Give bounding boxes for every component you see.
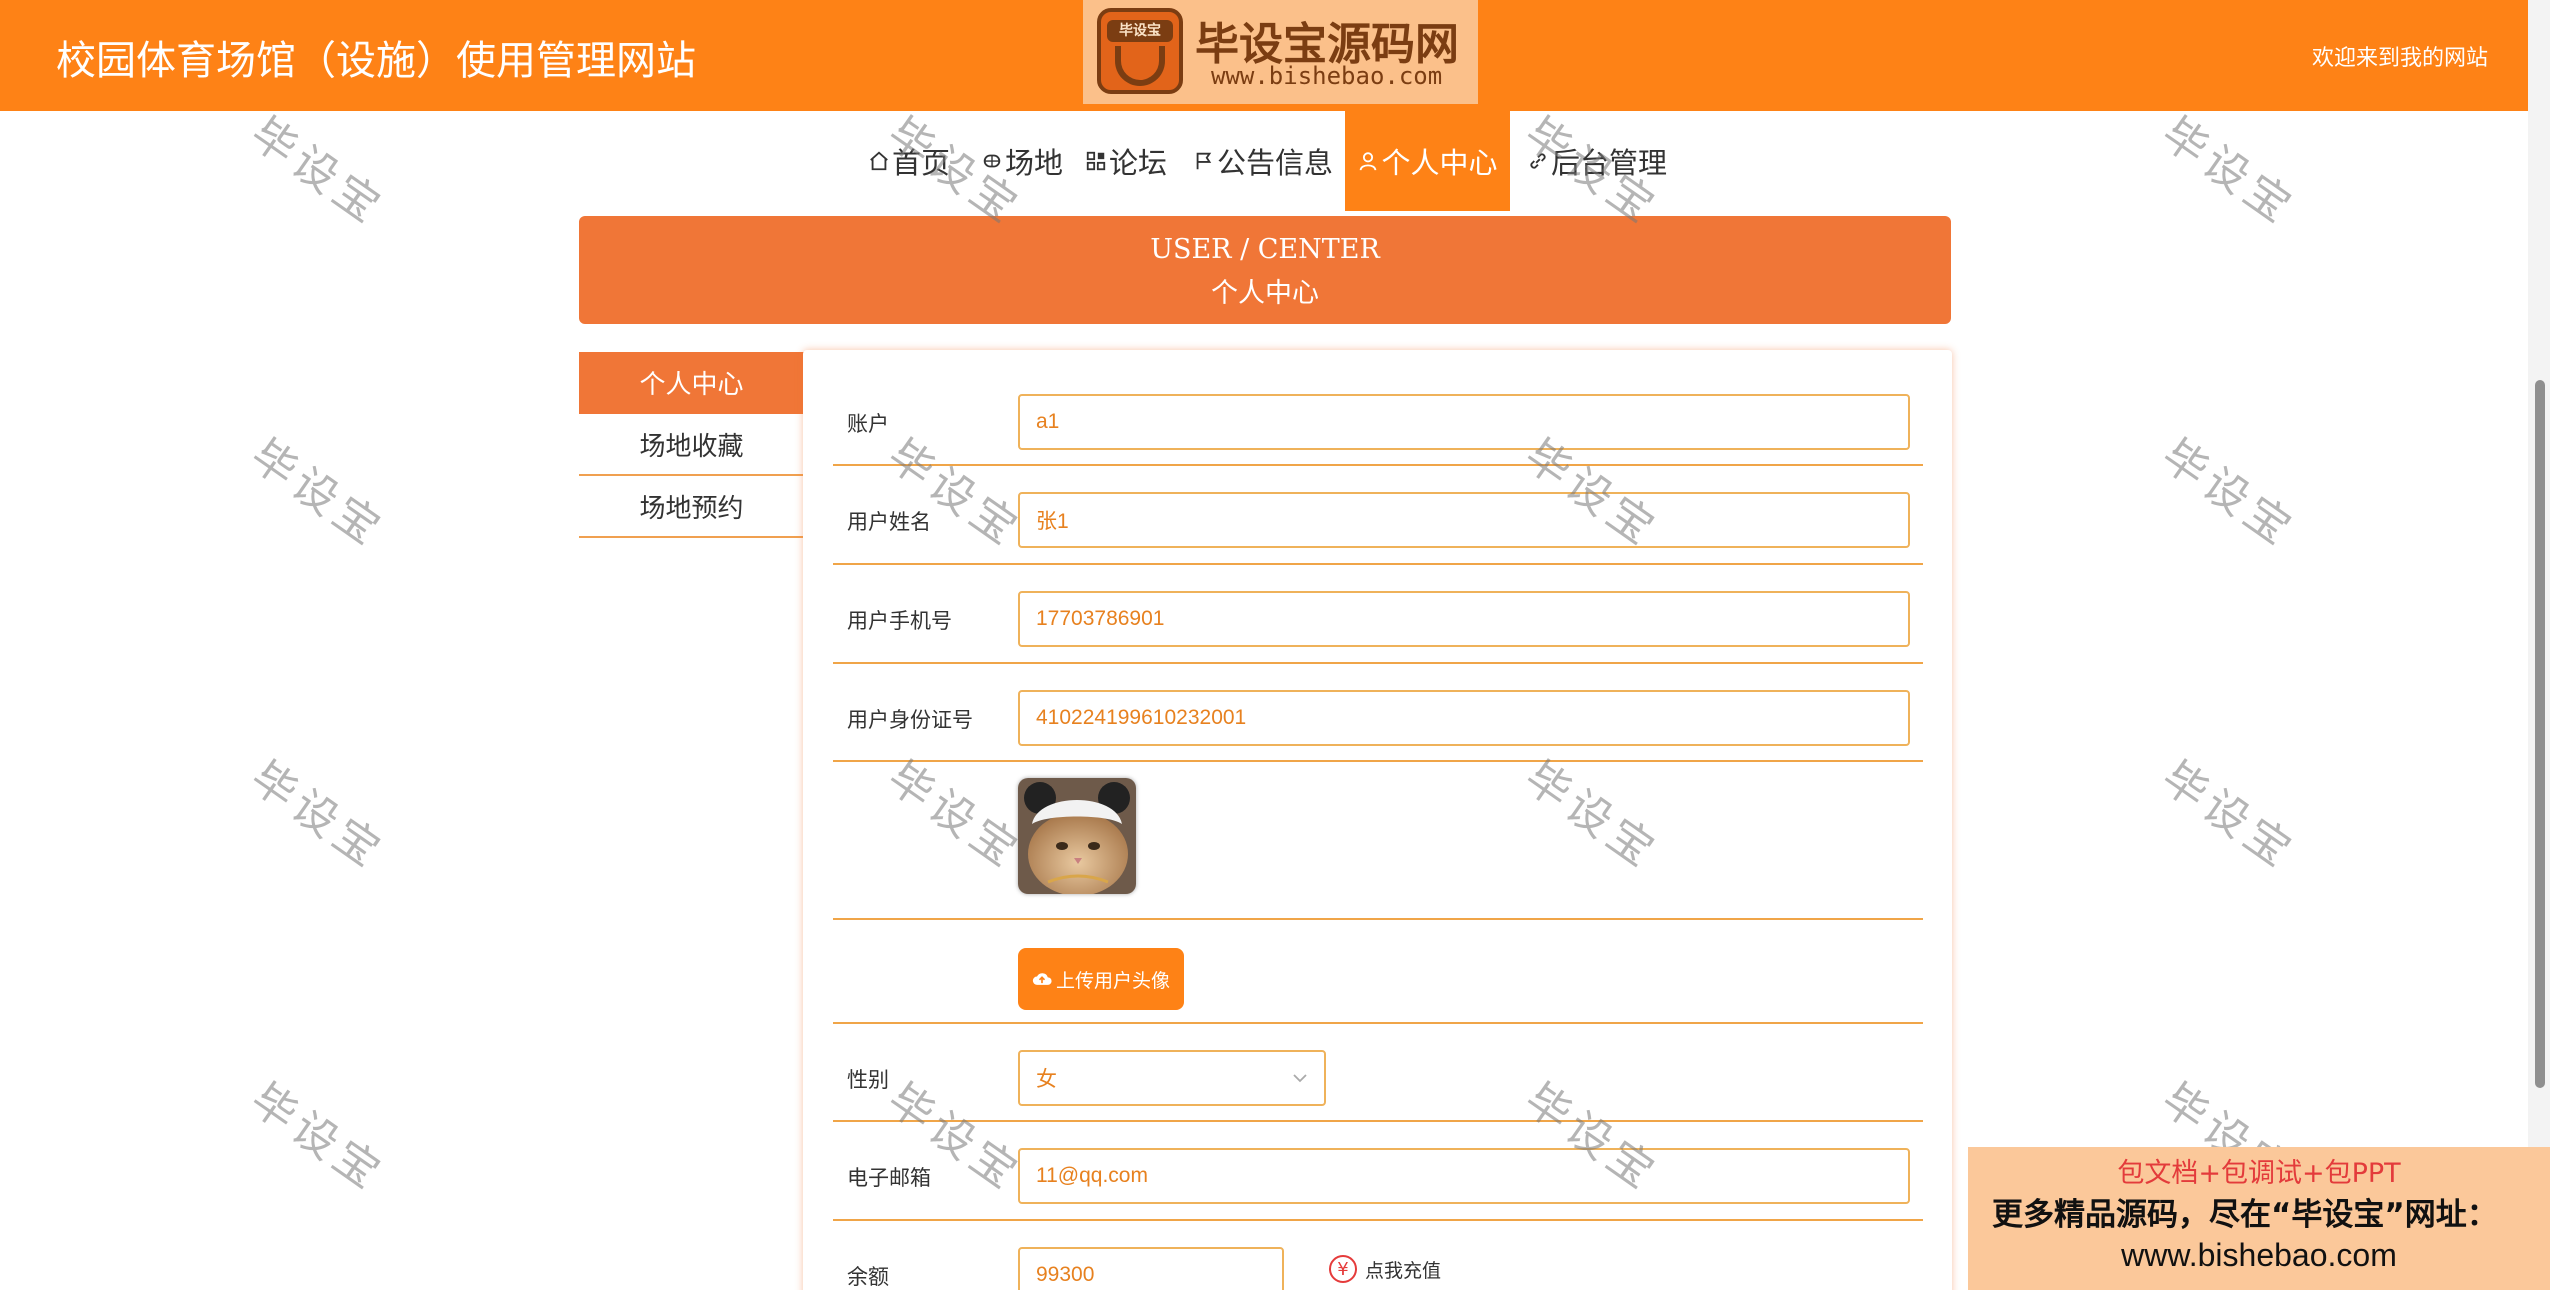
promo-line-2: 更多精品源码，尽在“毕设宝”网址：: [1992, 1197, 2498, 1233]
nav-label: 论坛: [1109, 146, 1168, 180]
nav-venue[interactable]: 场地: [981, 111, 1063, 211]
gender-value: 女: [1036, 1068, 1057, 1091]
promo-banner: 包文档+包调试+包PPT 更多精品源码，尽在“毕设宝”网址： www.bishe…: [1968, 1147, 2550, 1290]
profile-form: 账户 a1 用户姓名 张1 用户手机号 17703786901 用户身份证号 4…: [803, 350, 1952, 1290]
nav-label: 个人中心: [1381, 146, 1498, 180]
phone-field[interactable]: 17703786901: [1018, 591, 1910, 647]
side-item-user-center[interactable]: 个人中心: [579, 352, 804, 414]
recharge-label: 点我充值: [1365, 1259, 1442, 1282]
form-row-name: 用户姓名 张1: [833, 466, 1923, 565]
scrollbar-thumb[interactable]: [2535, 380, 2545, 1088]
nav-label: 场地: [1005, 146, 1064, 180]
logo-cap-text: 毕设宝: [1107, 20, 1173, 42]
email-field[interactable]: 11@qq.com: [1018, 1148, 1910, 1204]
form-row-idcard: 用户身份证号 410224199610232001: [833, 664, 1923, 762]
recharge-link[interactable]: ¥ 点我充值: [1329, 1255, 1441, 1283]
upload-avatar-button[interactable]: 上传用户头像: [1018, 948, 1184, 1010]
watermark: 毕设宝: [2152, 751, 2305, 880]
logo-watermark: 毕设宝 毕设宝源码网 www.bishebao.com: [1083, 0, 1478, 104]
nav-home[interactable]: 首页: [868, 111, 950, 211]
name-field[interactable]: 张1: [1018, 492, 1910, 548]
form-row-balance: 余额 99300 ¥ 点我充值: [833, 1221, 1923, 1290]
nav-notice[interactable]: 公告信息: [1193, 111, 1333, 211]
watermark: 毕设宝: [241, 429, 394, 558]
venue-icon: [983, 154, 1001, 168]
nav-label: 首页: [892, 146, 951, 180]
balance-field[interactable]: 99300: [1018, 1247, 1284, 1290]
watermark: 毕设宝: [241, 751, 394, 880]
site-header: 校园体育场馆（设施）使用管理网站 欢迎来到我的网站 毕设宝 毕设宝源码网 www…: [0, 0, 2528, 111]
account-label: 账户: [847, 412, 889, 436]
flag-icon: [1196, 152, 1212, 170]
nav-admin[interactable]: 后台管理: [1527, 111, 1667, 211]
idcard-field[interactable]: 410224199610232001: [1018, 690, 1910, 746]
logo-url: www.bishebao.com: [1211, 62, 1443, 90]
watermark: 毕设宝: [2152, 429, 2305, 558]
chevron-down-icon: [1293, 1074, 1307, 1083]
link-icon: [1530, 153, 1546, 169]
nav-forum[interactable]: 论坛: [1085, 111, 1167, 211]
nav-label: 后台管理: [1551, 146, 1668, 180]
yen-icon: ¥: [1329, 1255, 1357, 1283]
form-row-email: 电子邮箱 11@qq.com: [833, 1122, 1923, 1221]
page-banner: USER / CENTER 个人中心: [579, 216, 1951, 324]
site-title: 校园体育场馆（设施）使用管理网站: [56, 38, 696, 84]
banner-title-zh: 个人中心: [1211, 278, 1319, 309]
gender-select[interactable]: 女: [1018, 1050, 1326, 1106]
forum-icon: [1086, 151, 1106, 171]
promo-line-3: www.bishebao.com: [2121, 1237, 2397, 1273]
form-row-gender: 性别 女: [833, 1024, 1923, 1122]
account-field[interactable]: a1: [1018, 394, 1910, 450]
email-label: 电子邮箱: [847, 1166, 931, 1190]
page: 校园体育场馆（设施）使用管理网站 欢迎来到我的网站 毕设宝 毕设宝源码网 www…: [0, 0, 2550, 1290]
form-row-phone: 用户手机号 17703786901: [833, 565, 1923, 664]
phone-label: 用户手机号: [847, 609, 952, 633]
main-nav: 首页 场地 论坛 公告信息 个人中心 后台管理: [0, 111, 2528, 211]
gender-label: 性别: [847, 1068, 889, 1092]
home-icon: [870, 151, 888, 171]
side-item-venue-booking[interactable]: 场地预约: [579, 476, 804, 538]
nav-label: 公告信息: [1217, 146, 1334, 180]
watermark: 毕设宝: [241, 1073, 394, 1202]
logo-icon: 毕设宝: [1097, 8, 1183, 94]
side-menu: 个人中心 场地收藏 场地预约: [579, 352, 804, 538]
form-row-account: 账户 a1: [833, 350, 1923, 466]
user-avatar: [1018, 778, 1136, 894]
nav-user-center[interactable]: 个人中心: [1345, 111, 1510, 211]
idcard-label: 用户身份证号: [847, 708, 973, 732]
user-icon: [1360, 152, 1377, 171]
banner-title-en: USER / CENTER: [1150, 234, 1380, 265]
form-row-avatar: [833, 762, 1923, 920]
upload-avatar-label: 上传用户头像: [1055, 969, 1170, 992]
welcome-text: 欢迎来到我的网站: [2311, 46, 2488, 71]
side-item-venue-favorites[interactable]: 场地收藏: [579, 414, 804, 476]
promo-line-1: 包文档+包调试+包PPT: [2117, 1158, 2401, 1189]
name-label: 用户姓名: [847, 510, 931, 534]
balance-label: 余额: [847, 1265, 889, 1289]
cloud-upload-icon: [1032, 973, 1052, 985]
form-row-upload: 上传用户头像: [833, 920, 1923, 1024]
